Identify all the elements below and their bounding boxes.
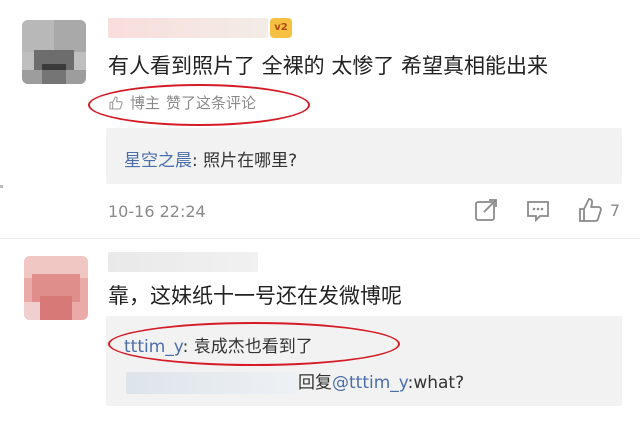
reply-box: 星空之晨: 照片在哪里? [106,128,622,184]
thumb-up-icon [109,95,123,110]
edge-mark [0,185,3,188]
share-button[interactable] [472,196,500,224]
thumb-up-icon [578,198,602,222]
comment-text: 有人看到照片了 全裸的 太惨了 希望真相能出来 [108,54,549,78]
reply-text: 照片在哪里? [203,151,298,171]
liked-label: 赞了这条评论 [166,94,257,112]
reply-username[interactable]: tttim_y [124,337,183,357]
reply-separator: : [192,151,204,171]
comment-1: v2 有人看到照片了 全裸的 太惨了 希望真相能出来 博主 赞了这条评论 星空之… [0,0,640,238]
like-count: 7 [609,200,620,220]
author-liked-note: 博主 赞了这条评论 [108,92,256,113]
username-redacted[interactable] [108,18,268,38]
reply-prefix: 回复 [298,373,332,393]
reply-item: 星空之晨: 照片在哪里? [124,146,297,171]
vip-badge: v2 [270,18,292,38]
reply-text: :what? [407,373,465,393]
author-label[interactable]: 博主 [130,92,160,113]
comment-button[interactable] [524,196,552,224]
comment-icon [526,201,549,223]
avatar[interactable] [22,20,86,84]
username-redacted[interactable] [108,252,258,272]
share-icon [474,199,497,221]
comment-time: 10-16 22:24 [108,202,206,221]
comment-text: 靠，这妹纸十一号还在发微博呢 [108,284,402,308]
reply-box: tttim_y: 袁成杰也看到了 回复@tttim_y:what? [106,316,622,406]
username-redacted[interactable] [126,372,298,394]
reply-item: tttim_y: 袁成杰也看到了 [124,332,313,357]
reply-text: 袁成杰也看到了 [193,337,313,357]
like-button[interactable]: 7 [576,196,620,224]
reply-username[interactable]: 星空之晨 [124,151,192,171]
reply-separator: : [182,337,194,357]
reply-item: 回复@tttim_y:what? [126,368,464,394]
avatar[interactable] [24,256,88,320]
comment-2: 靠，这妹纸十一号还在发微博呢 tttim_y: 袁成杰也看到了 回复@tttim… [0,238,640,428]
mention-link[interactable]: @tttim_y [332,373,408,393]
comment-actions: 7 [472,196,620,224]
